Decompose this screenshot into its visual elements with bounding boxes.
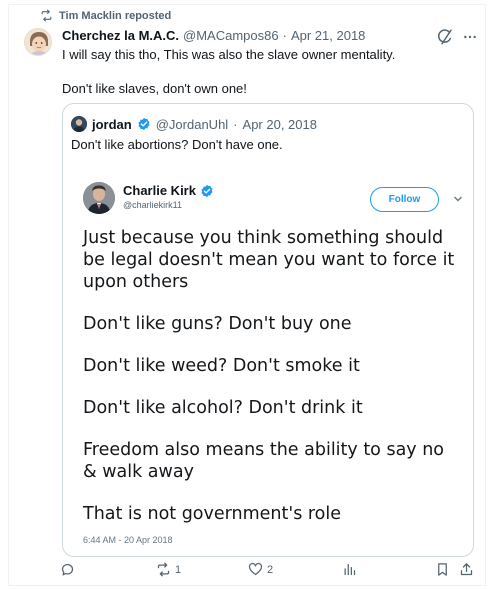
author-name[interactable]: Cherchez la M.A.C. [62,28,179,43]
avatar[interactable] [24,28,52,56]
quote-author-name[interactable]: jordan [92,117,132,132]
repost-header: Tim Macklin reposted [40,9,171,22]
quote-date[interactable]: Apr 20, 2018 [243,117,317,132]
quote-author-handle[interactable]: @JordanUhl [156,117,228,132]
action-bar: 1 2 [8,558,486,586]
chevron-down-icon [454,196,462,202]
share-icon [460,563,473,576]
embed-timestamp: 6:44 AM - 20 Apr 2018 [83,535,173,545]
embed-tweet-text: Just because you think something should … [83,227,458,545]
embed-author-name: Charlie Kirk [123,183,196,198]
repost-icon [41,9,52,22]
verified-badge-icon [138,117,150,131]
bookmark-icon [438,563,447,576]
grok-icon[interactable] [436,28,454,46]
embed-avatar [83,182,115,214]
quote-header: jordan @JordanUhl · Apr 20, 2018 [71,116,317,132]
quote-text: Don't like abortions? Don't have one. [71,137,283,152]
embed-text-paragraph: That is not government's role [83,504,342,524]
more-options-icon[interactable] [461,28,479,46]
post-date[interactable]: Apr 21, 2018 [291,28,365,43]
quoted-post[interactable]: jordan @JordanUhl · Apr 20, 2018 Don't l… [62,103,474,557]
repost-count: 1 [175,563,182,576]
embed-text-paragraph: Just because you think something should … [83,228,455,292]
reply-icon [61,563,74,576]
follow-button: Follow [370,187,439,212]
post-text-line: I will say this tho, This was also the s… [62,47,396,62]
reply-button[interactable] [60,562,79,577]
embed-text-paragraph: Don't like alcohol? Don't drink it [83,398,363,418]
post-text-line: Don't like slaves, don't own one! [62,81,247,96]
author-handle[interactable]: @MACampos86 [183,28,279,43]
embed-text-paragraph: Don't like guns? Don't buy one [83,314,352,334]
heart-icon [248,562,263,576]
separator-dot: · [233,116,238,132]
repost-label[interactable]: Tim Macklin reposted [59,10,171,22]
repost-icon [157,562,170,577]
like-count: 2 [267,563,274,576]
views-icon [344,563,356,576]
post-header: Cherchez la M.A.C. @MACampos86 · Apr 21,… [62,28,442,43]
repost-button[interactable]: 1 [156,562,181,577]
bookmark-button[interactable] [435,562,450,577]
like-button[interactable]: 2 [248,562,273,577]
embed-text-paragraph: Freedom also means the ability to say no… [83,440,445,482]
embed-author-handle: @charliekirk11 [123,200,182,210]
quote-avatar [71,116,87,132]
embedded-tweet-image[interactable]: Charlie Kirk @charliekirk11 Follow Just … [73,167,463,552]
verified-badge-icon [201,184,213,197]
views-button[interactable] [342,562,361,577]
embed-author-row: Charlie Kirk [123,183,214,198]
share-button[interactable] [459,562,474,577]
embed-text-paragraph: Don't like weed? Don't smoke it [83,356,360,376]
separator-dot: · [282,28,287,43]
